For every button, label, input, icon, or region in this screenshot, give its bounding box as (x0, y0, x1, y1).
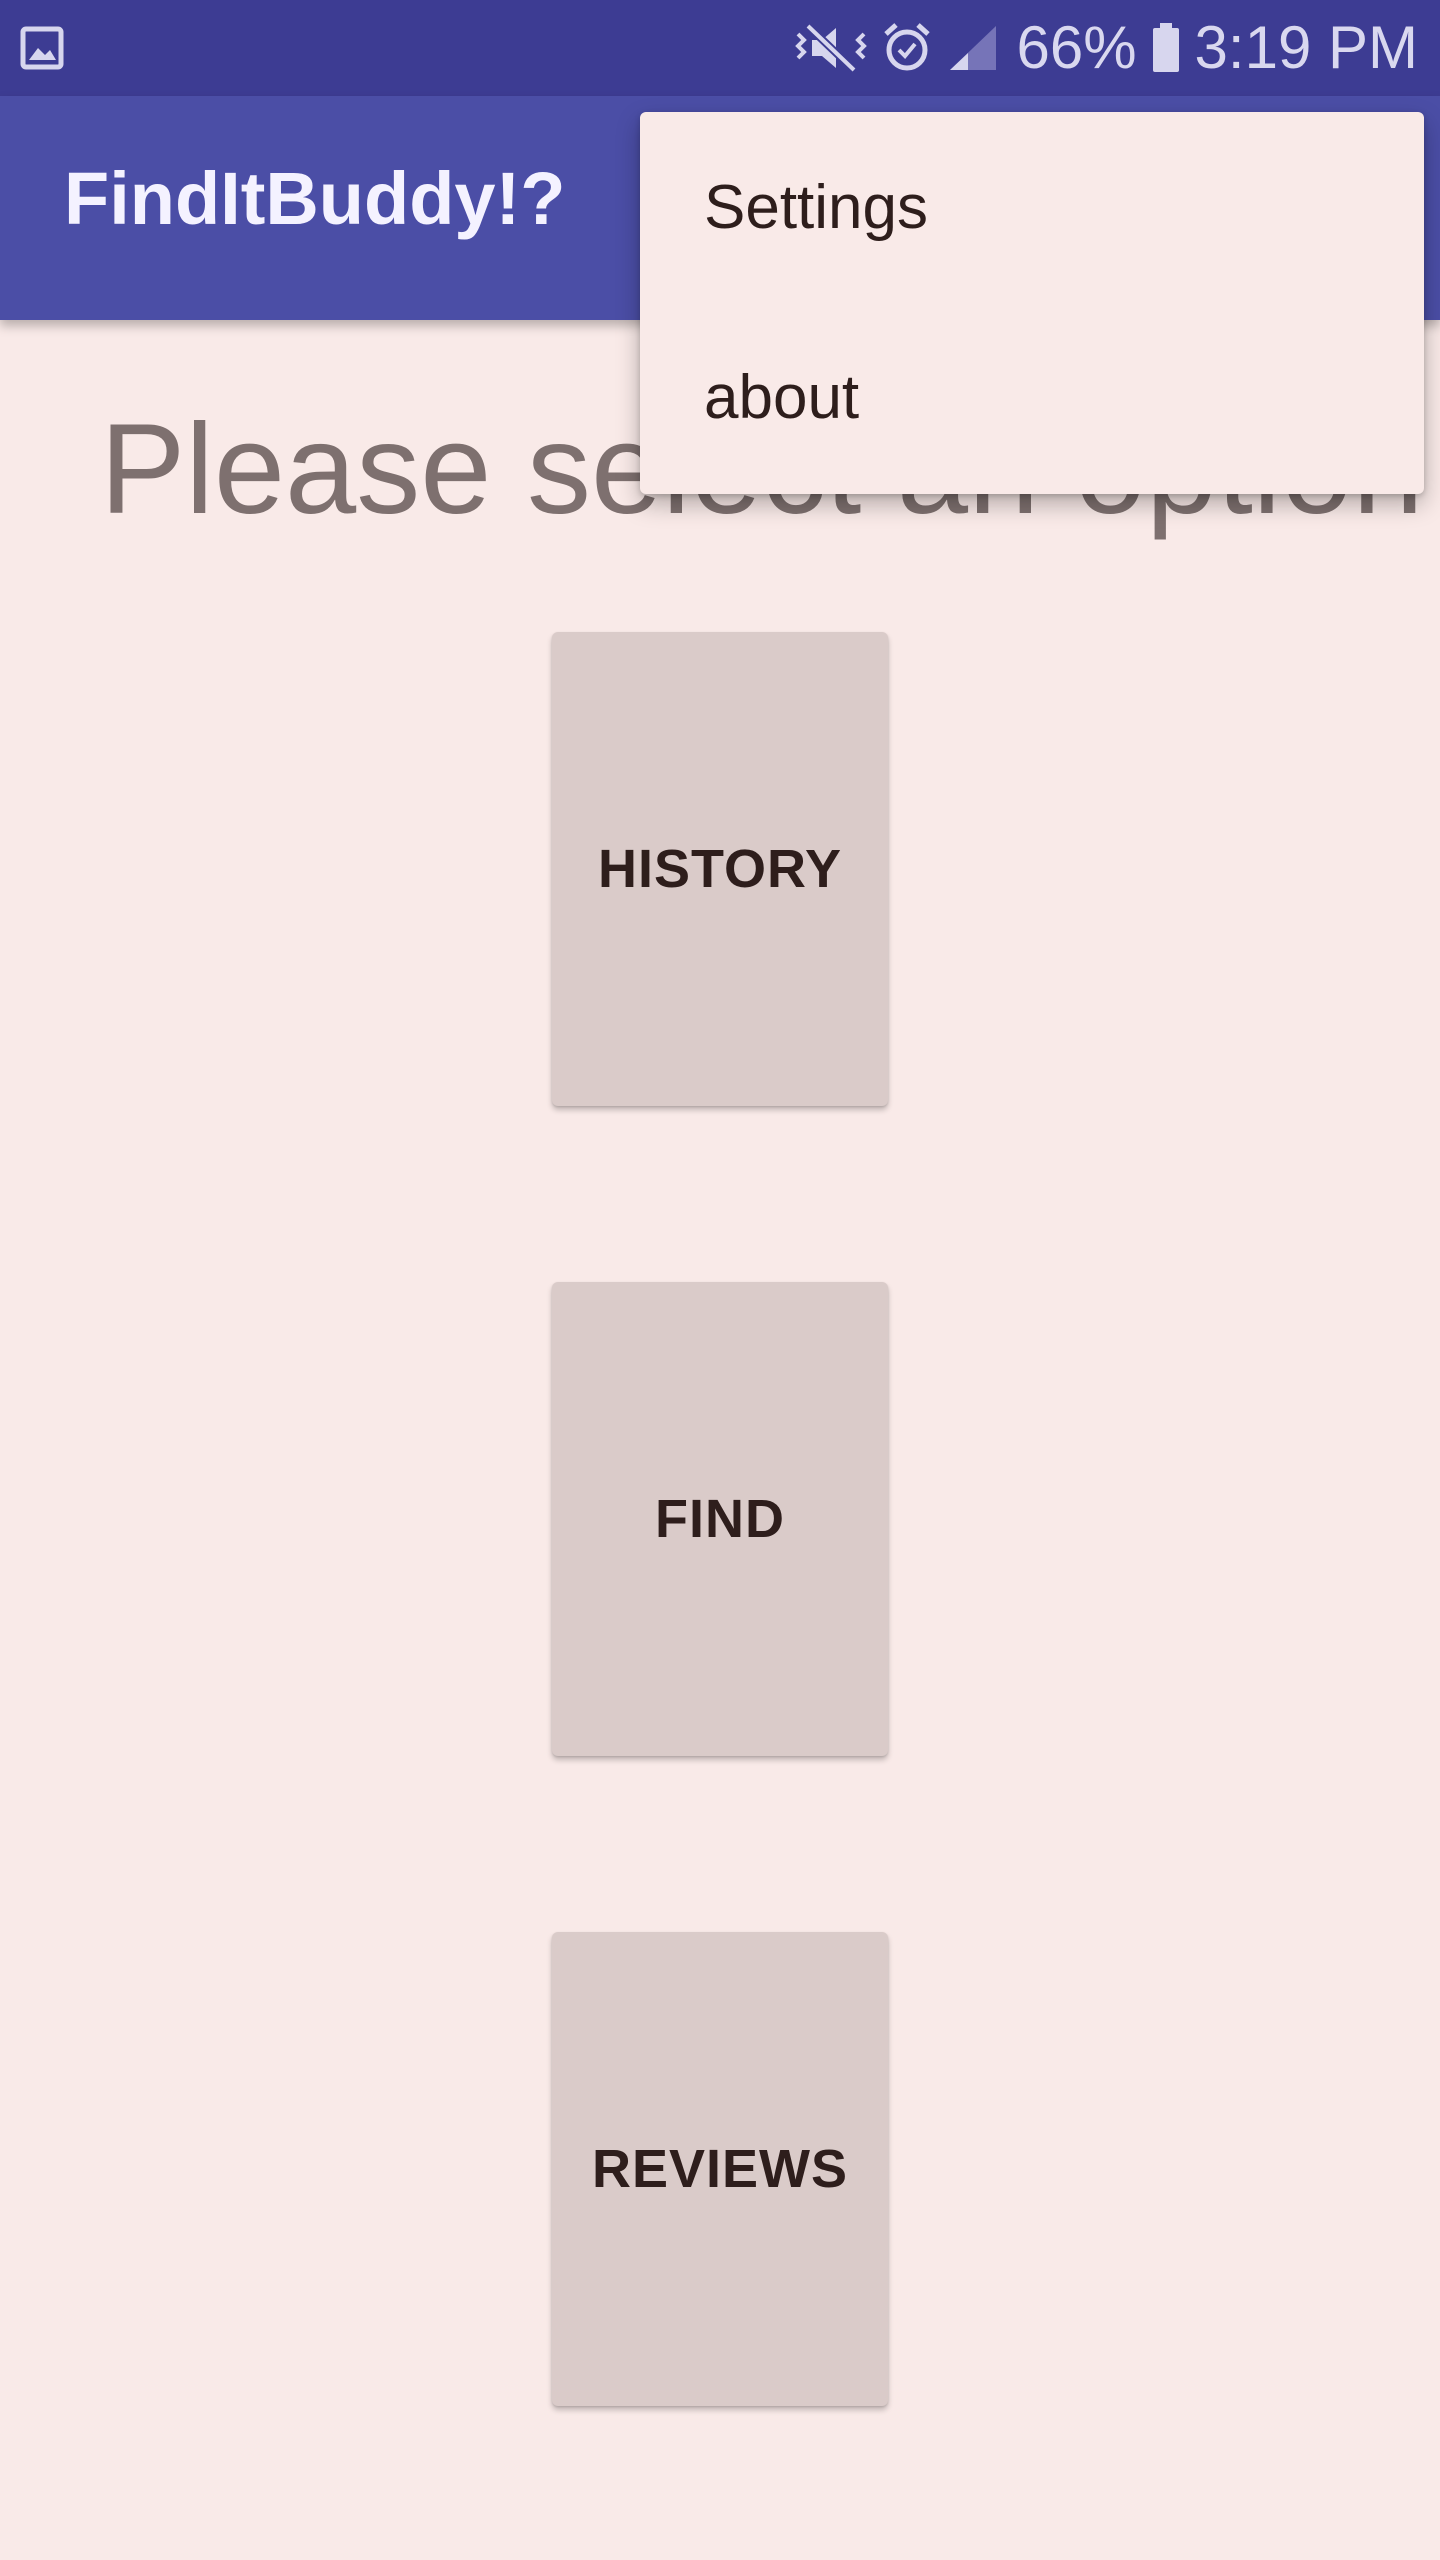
status-bar: 66% 3:19 PM (0, 0, 1440, 96)
find-button[interactable]: FIND (552, 1282, 888, 1756)
battery-percent: 66% (1016, 14, 1137, 81)
battery-icon (1151, 20, 1181, 76)
app-title: FindItBuddy!? (64, 157, 566, 240)
overflow-menu: Settings about (640, 112, 1424, 494)
status-icons: 66% 3:19 PM (794, 0, 1418, 96)
reviews-button[interactable]: REVIEWS (552, 1932, 888, 2406)
alarm-icon (882, 20, 932, 76)
menu-item-settings[interactable]: Settings (640, 112, 1424, 302)
mute-vibrate-icon (794, 20, 868, 76)
history-button[interactable]: HISTORY (552, 632, 888, 1106)
clock: 3:19 PM (1194, 14, 1418, 81)
menu-item-about[interactable]: about (640, 302, 1424, 492)
gallery-icon (20, 24, 64, 72)
signal-icon (946, 20, 1002, 76)
